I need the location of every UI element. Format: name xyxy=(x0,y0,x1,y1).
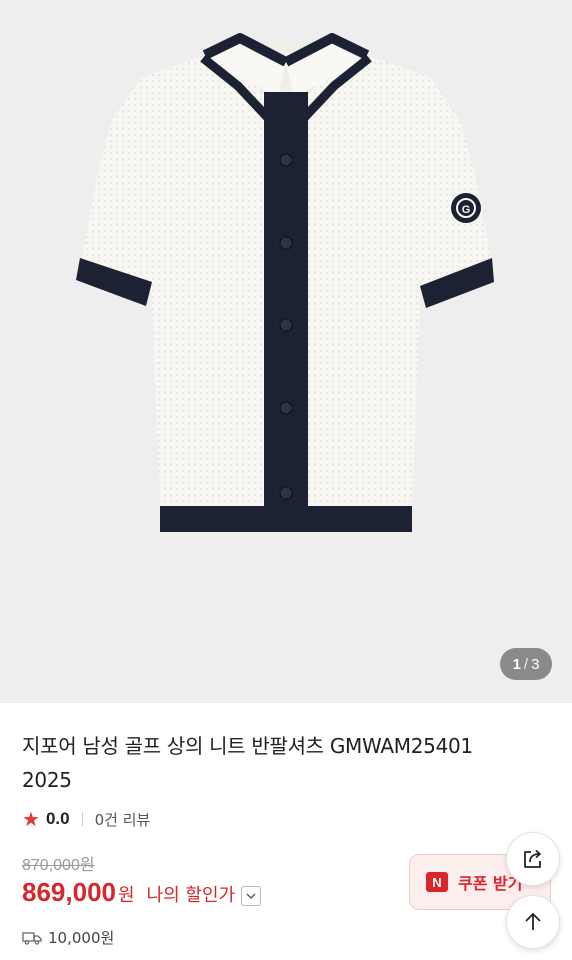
shipping-fee: 10,000원 xyxy=(48,929,115,947)
chevron-down-icon[interactable] xyxy=(241,886,262,906)
gallery-pager: 1 / 3 xyxy=(500,648,552,680)
sale-price: 869,000 xyxy=(22,877,116,907)
coupon-badge: N xyxy=(426,872,448,892)
review-count[interactable]: 0건 리뷰 xyxy=(95,809,151,830)
sale-price-currency: 원 xyxy=(117,885,135,906)
star-icon: ★ xyxy=(22,807,40,831)
pager-total: 3 xyxy=(531,655,540,673)
my-discount-label[interactable]: 나의 할인가 xyxy=(147,881,236,907)
pager-separator: / xyxy=(523,655,529,673)
scroll-top-button[interactable] xyxy=(506,895,560,949)
product-image: G xyxy=(76,33,494,532)
arrow-up-icon xyxy=(525,913,541,930)
svg-text:G: G xyxy=(462,204,471,216)
rating-score: 0.0 xyxy=(45,809,70,828)
price-row: 869,000 원 나의 할인가 xyxy=(22,877,262,908)
original-price: 870,000원 xyxy=(22,857,95,874)
rating-divider xyxy=(81,812,83,826)
product-info: 지포어 남성 골프 상의 니트 반팔셔츠 GMWAM25401 2025 ★ 0… xyxy=(0,703,572,960)
rating-row[interactable]: ★ 0.0 0건 리뷰 xyxy=(22,808,150,830)
truck-icon xyxy=(22,931,42,945)
pager-current: 1 xyxy=(512,655,521,673)
share-button[interactable] xyxy=(506,832,560,886)
product-image-gallery[interactable]: G 1 / 3 xyxy=(0,0,572,703)
share-icon xyxy=(524,849,541,868)
shipping-info: 10,000원 xyxy=(22,927,114,948)
product-title: 지포어 남성 골프 상의 니트 반팔셔츠 GMWAM25401 2025 xyxy=(22,734,473,792)
